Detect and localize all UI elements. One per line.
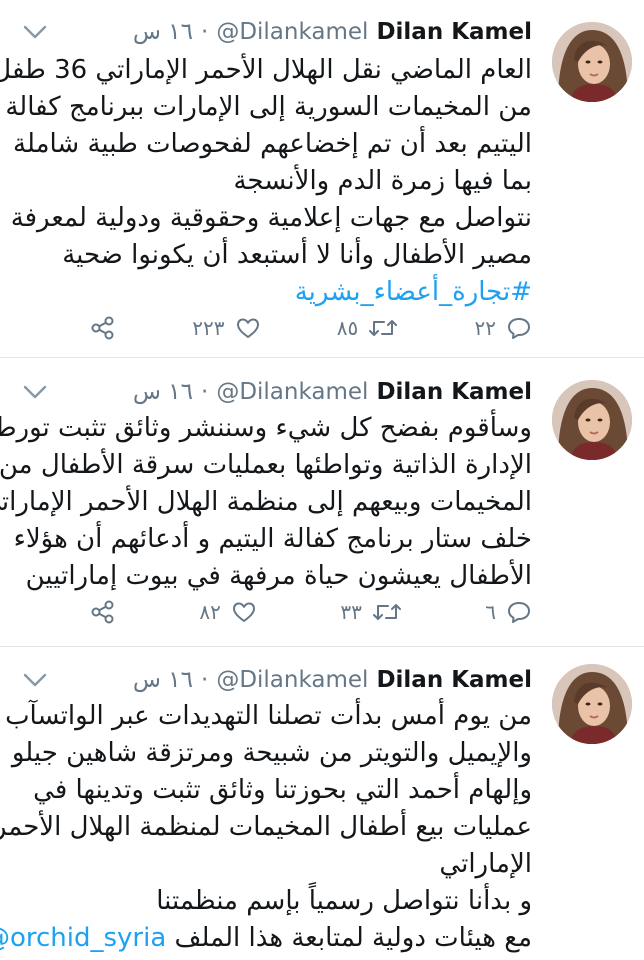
tweet-3[interactable]: Dilan Kamel @Dilankamel · ١٦ س من يوم أم… bbox=[0, 650, 644, 960]
tweet-line: عمليات بيع أطفال المخيمات لمنظمة الهلال … bbox=[0, 812, 532, 842]
tweet-line: نتواصل مع جهات إعلامية وحقوقية ودولية لم… bbox=[10, 203, 532, 233]
tweet-actions: ٦ ٣٣ ٨٢ bbox=[90, 594, 532, 630]
tweet-line: الأطفال يعيشون حياة مرفهة في بيوت إمارات… bbox=[25, 561, 532, 591]
tweet-line-with-mention: مع هيئات دولية لمتابعة هذا الملف @orchid… bbox=[0, 920, 532, 957]
tweet-header: Dilan Kamel @Dilankamel · ١٦ س bbox=[36, 660, 532, 700]
like-icon bbox=[232, 602, 255, 622]
chevron-down-icon[interactable] bbox=[22, 22, 48, 42]
share-icon bbox=[91, 316, 114, 340]
timestamp[interactable]: ١٦ س bbox=[133, 19, 193, 45]
share-icon bbox=[91, 600, 114, 624]
chevron-down-icon[interactable] bbox=[22, 382, 48, 402]
tweet-line: العام الماضي نقل الهلال الأحمر الإماراتي… bbox=[0, 55, 532, 85]
tweet-line: من المخيمات السورية إلى الإمارات ببرنامج… bbox=[5, 92, 532, 122]
like-icon bbox=[236, 318, 259, 338]
tweet-line: اليتيم بعد أن تم إخضاعهم لفحوصات طبية شا… bbox=[13, 129, 532, 159]
hashtag-link[interactable]: #تجارة_أعضاء_بشرية bbox=[42, 274, 532, 311]
avatar-photo bbox=[552, 22, 632, 102]
tweet-text: العام الماضي نقل الهلال الأحمر الإماراتي… bbox=[0, 52, 532, 311]
tweet-header: Dilan Kamel @Dilankamel · ١٦ س bbox=[36, 372, 532, 412]
separator-dot: · bbox=[201, 667, 209, 693]
avatar-photo bbox=[552, 380, 632, 460]
reply-count: ٢٢ bbox=[474, 316, 496, 340]
tweet-2[interactable]: Dilan Kamel @Dilankamel · ١٦ س وسأقوم بف… bbox=[0, 360, 644, 650]
reply-button[interactable]: ٦ bbox=[485, 600, 532, 624]
display-name[interactable]: Dilan Kamel bbox=[376, 667, 532, 693]
like-button[interactable]: ٢٢٣ bbox=[192, 316, 260, 340]
timestamp[interactable]: ١٦ س bbox=[133, 667, 193, 693]
tweet-header: Dilan Kamel @Dilankamel · ١٦ س bbox=[36, 12, 532, 52]
tweet-1[interactable]: Dilan Kamel @Dilankamel · ١٦ س العام الم… bbox=[0, 0, 644, 352]
tweet-line: الإماراتي bbox=[439, 849, 532, 879]
tweet-line: المخيمات وبيعهم إلى منظمة الهلال الأحمر … bbox=[0, 487, 532, 517]
reply-icon bbox=[508, 318, 530, 339]
retweet-button[interactable]: ٨٥ bbox=[337, 316, 398, 340]
tweet-line: مصير الأطفال وأنا لا أستبعد أن يكونوا ضح… bbox=[62, 240, 532, 270]
user-handle[interactable]: @Dilankamel bbox=[216, 19, 368, 45]
tweet-text: وسأقوم بفضح كل شيء وسننشر وثائق تثبت تور… bbox=[0, 410, 532, 595]
reply-icon bbox=[507, 602, 530, 623]
retweet-count: ٨٥ bbox=[336, 316, 359, 340]
tweet-actions: ٢٢ ٨٥ ٢٢٣ bbox=[90, 310, 532, 346]
like-button[interactable]: ٨٢ bbox=[199, 600, 256, 624]
display-name[interactable]: Dilan Kamel bbox=[376, 379, 532, 405]
like-count: ٢٢٣ bbox=[192, 316, 225, 340]
tweet-line: الإدارة الذاتية وتواطئها بعمليات سرقة ال… bbox=[0, 450, 532, 480]
tweet-line-text: مع هيئات دولية لمتابعة هذا الملف bbox=[174, 923, 532, 953]
reply-count: ٦ bbox=[485, 600, 496, 624]
user-handle[interactable]: @Dilankamel bbox=[216, 667, 368, 693]
tweet-line: وإلهام أحمد التي بحوزتنا وثائق تثبت وتدي… bbox=[33, 775, 532, 805]
timestamp[interactable]: ١٦ س bbox=[133, 379, 193, 405]
like-count: ٨٢ bbox=[199, 600, 221, 624]
avatar-photo bbox=[552, 664, 632, 744]
retweet-button[interactable]: ٣٣ bbox=[340, 600, 401, 624]
tweet-line: من يوم أمس بدأت تصلنا التهديدات عبر الوا… bbox=[5, 701, 532, 731]
share-button[interactable] bbox=[90, 600, 116, 624]
share-button[interactable] bbox=[90, 316, 116, 340]
tweet-text: من يوم أمس بدأت تصلنا التهديدات عبر الوا… bbox=[0, 698, 532, 957]
tweet-line: خلف ستار برنامج كفالة اليتيم و أدعائهم أ… bbox=[13, 524, 532, 554]
retweet-count: ٣٣ bbox=[340, 600, 362, 624]
tweet-line: والإيميل والتويتر من شبيحة ومرتزقة شاهين… bbox=[11, 738, 532, 768]
tweet-line: وسأقوم بفضح كل شيء وسننشر وثائق تثبت تور… bbox=[0, 413, 532, 443]
avatar[interactable] bbox=[552, 22, 632, 102]
tweet-thread: Dilan Kamel @Dilankamel · ١٦ س العام الم… bbox=[0, 0, 644, 960]
tweet-line: بما فيها زمرة الدم والأنسجة bbox=[233, 166, 532, 196]
reply-button[interactable]: ٢٢ bbox=[475, 316, 532, 340]
separator-dot: · bbox=[201, 379, 209, 405]
separator-dot: · bbox=[201, 19, 209, 45]
divider bbox=[0, 357, 644, 358]
tweet-line: و بدأنا نتواصل رسمياً بإسم منظمتنا bbox=[156, 886, 532, 916]
retweet-icon bbox=[369, 320, 398, 336]
avatar[interactable] bbox=[552, 664, 632, 744]
retweet-icon bbox=[372, 604, 401, 620]
user-handle[interactable]: @Dilankamel bbox=[216, 379, 368, 405]
mention-link[interactable]: @orchid_syria bbox=[0, 923, 166, 953]
display-name[interactable]: Dilan Kamel bbox=[376, 19, 532, 45]
chevron-down-icon[interactable] bbox=[22, 670, 48, 690]
avatar[interactable] bbox=[552, 380, 632, 460]
divider bbox=[0, 646, 644, 647]
